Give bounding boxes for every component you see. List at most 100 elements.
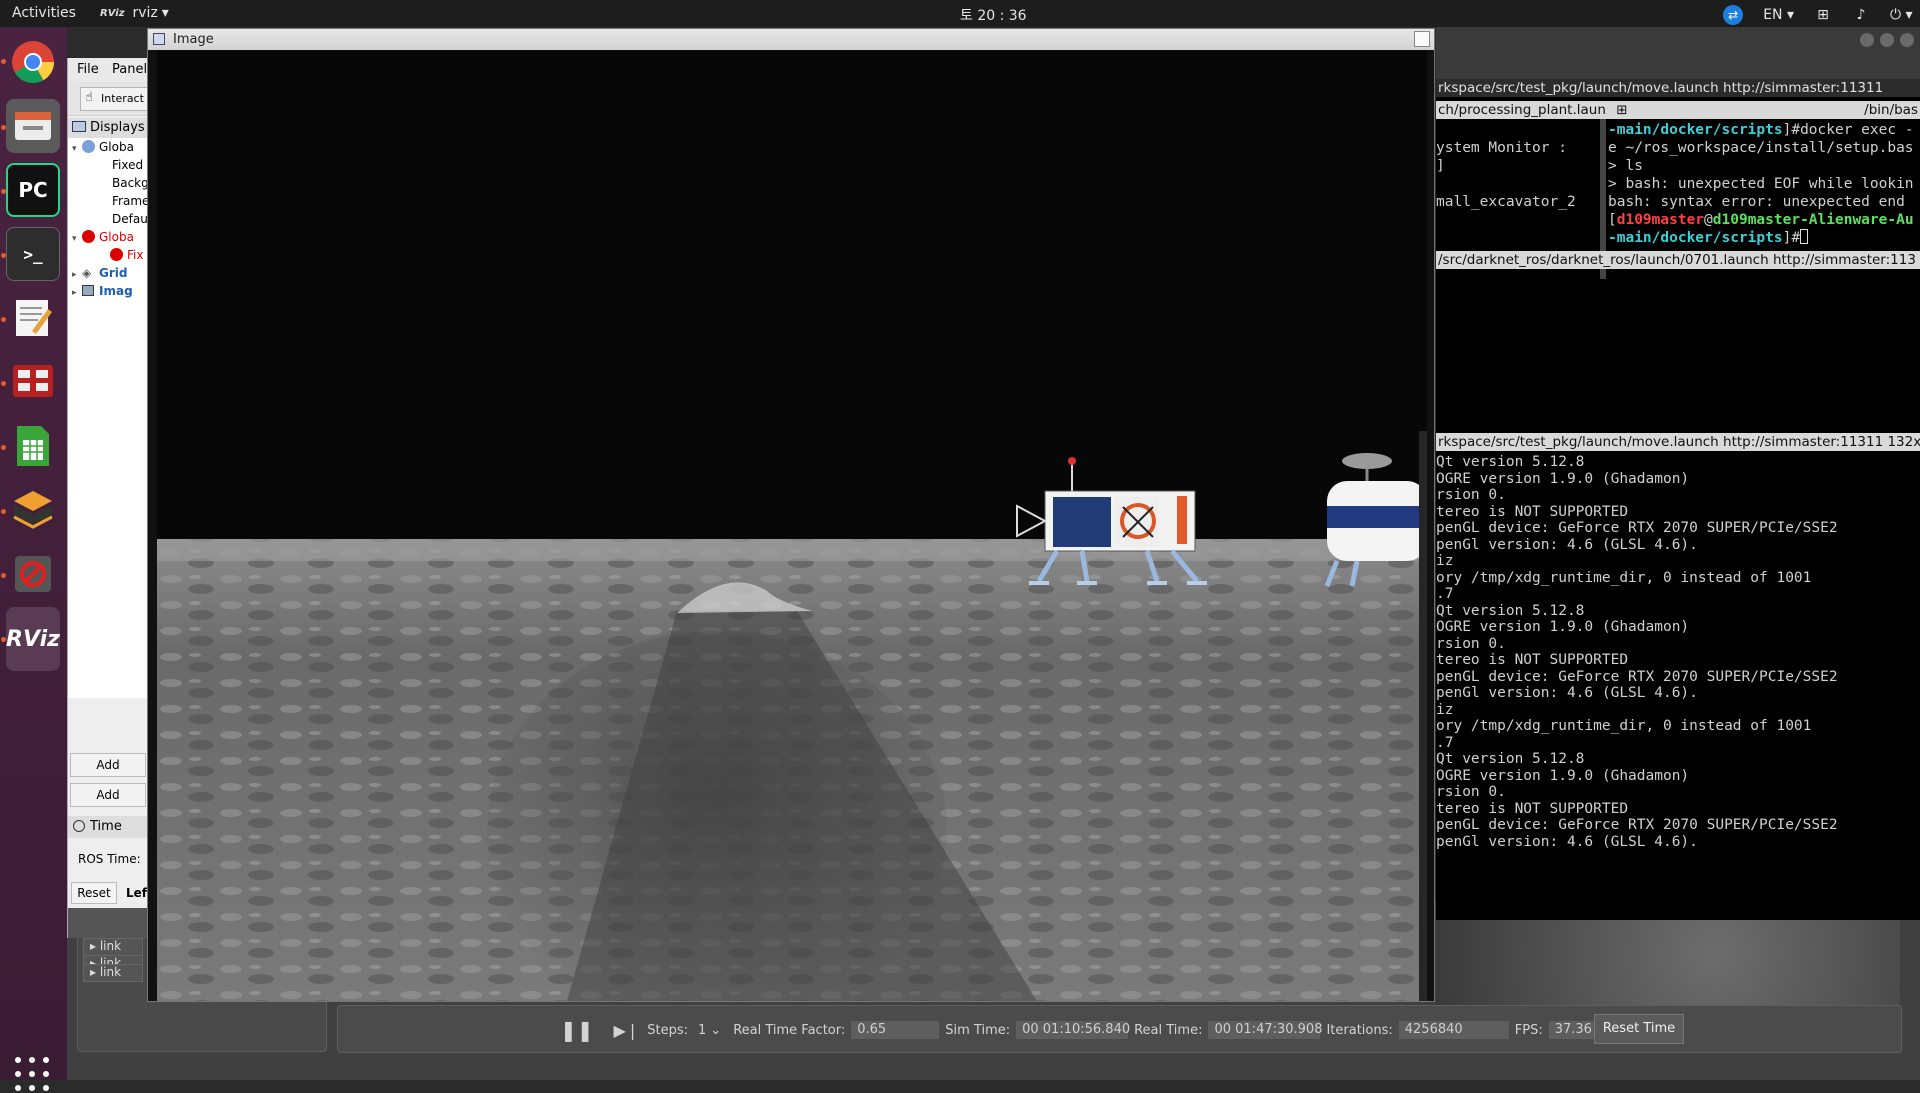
grid-icon: ◈ (82, 266, 92, 280)
tree-label: Globa (99, 140, 134, 154)
tree-label: Fixed (112, 158, 144, 172)
virtualbox-icon[interactable] (6, 483, 60, 537)
activities-button[interactable]: Activities (12, 5, 76, 21)
maximize-icon[interactable] (1880, 33, 1894, 47)
terminal-titlebar (1436, 27, 1920, 83)
reset-button[interactable]: Reset (71, 882, 117, 904)
tree-item-grid[interactable]: ▸ ◈ Grid (72, 266, 127, 284)
term-text: ]#docker exec - (1782, 122, 1914, 138)
term-log-line: penGl version: 4.6 (GLSL 4.6). (1436, 536, 1698, 553)
top-bar: Activities RViz rviz ▾ 토 20 : 36 ⇄ EN ▾ … (0, 0, 1920, 27)
tree-item-default-light[interactable]: Defau (112, 212, 148, 230)
tree-item-fixed-frame[interactable]: Fixed (112, 158, 143, 176)
rviz-icon[interactable]: RViz (6, 607, 60, 671)
term-line: > ls (1608, 158, 1643, 174)
term-log-line: tereo is NOT SUPPORTED (1436, 652, 1629, 668)
network-icon[interactable]: ⊞ (1814, 6, 1832, 24)
link-label: link (99, 939, 122, 953)
term-log-line: Qt version 5.12.8 (1436, 751, 1585, 767)
volume-icon[interactable]: ♪ (1852, 6, 1870, 24)
prompt-at: @ (1704, 212, 1713, 228)
prompt-host: d109master-Alienware-Au (1712, 212, 1914, 228)
term-log-line: rsion 0. (1436, 635, 1506, 652)
image-window-titlebar[interactable]: Image (148, 29, 1434, 50)
displays-panel-header: Displays (68, 118, 148, 138)
rviz-app-logo: RViz (100, 7, 125, 19)
cancel-app-icon[interactable] (6, 547, 60, 601)
clock-icon (73, 820, 85, 832)
model-link-item[interactable]: ▸ link (83, 938, 143, 956)
term-log-line: tereo is NOT SUPPORTED (1436, 800, 1629, 817)
tree-item-image[interactable]: ▸ Imag (72, 284, 133, 302)
image-window-title: Image (173, 32, 214, 47)
terminal-tab-title[interactable]: rkspace/src/test_pkg/launch/move.launch … (1436, 79, 1920, 97)
tree-item-frame-rate[interactable]: Frame (112, 194, 149, 212)
tree-label: Grid (99, 266, 128, 280)
chrome-icon[interactable] (6, 35, 60, 89)
tree-label: Fix (127, 248, 144, 262)
image-window[interactable]: Image (147, 28, 1435, 1002)
term-log-line: iz (1436, 701, 1454, 718)
term-log-line: penGl version: 4.6 (GLSL 4.6). (1436, 685, 1698, 701)
pycharm-icon[interactable]: PC (6, 163, 60, 217)
files-icon[interactable] (6, 99, 60, 153)
pycharm-label: PC (18, 178, 48, 202)
tree-item-global-options[interactable]: ▾ Globa (72, 140, 134, 158)
pause-icon[interactable]: ❚❚ (560, 1018, 594, 1042)
camera-image (157, 51, 1427, 1001)
steps-value[interactable]: 1 (698, 1023, 706, 1038)
term-prompt-line[interactable]: -main/docker/scripts]# (1608, 229, 1809, 247)
chevron-down-icon[interactable]: ⌄ (710, 1023, 721, 1038)
spreadsheet-icon[interactable] (6, 419, 60, 473)
term-log-line: penGL device: GeForce RTX 2070 SUPER/PCI… (1436, 520, 1838, 536)
language-indicator[interactable]: EN ▾ (1763, 7, 1794, 23)
menu-panels[interactable]: Panel (112, 62, 147, 77)
left-click-hint: Lef (126, 886, 148, 900)
error-icon (110, 248, 123, 261)
add-button[interactable]: Add (70, 753, 146, 777)
system-tray[interactable]: ⇄ EN ▾ ⊞ ♪ ⏻ ▾ (1723, 5, 1913, 25)
close-button[interactable] (1414, 31, 1430, 47)
clock[interactable]: 토 20 : 36 (960, 5, 1027, 25)
term-log-line: Qt version 5.12.8 (1436, 602, 1585, 619)
app-menu[interactable]: RViz rviz ▾ (100, 5, 169, 21)
tree-item-fixed-frame-status[interactable]: Fix (110, 248, 143, 266)
tree-item-background[interactable]: Backg (112, 176, 149, 194)
split-icon[interactable]: ⊞ (1616, 102, 1627, 118)
term-log-line: penGl version: 4.6 (GLSL 4.6). (1436, 833, 1698, 850)
term-log-line: ory /tmp/xdg_runtime_dir, 0 instead of 1… (1436, 569, 1812, 586)
reset-time-button[interactable]: Reset Time (1594, 1014, 1684, 1044)
chevron-right-icon[interactable]: ▸ (72, 288, 82, 298)
term-log-line: penGL device: GeForce RTX 2070 SUPER/PCI… (1436, 817, 1838, 833)
terminal-log: Qt version 5.12.8 OGRE version 1.9.0 (Gha… (1436, 453, 1920, 913)
gear-icon (82, 140, 95, 153)
chevron-down-icon[interactable]: ▾ (72, 144, 82, 154)
term-line: ] (1436, 158, 1445, 174)
terminal-icon[interactable]: >_ (6, 227, 60, 281)
minimize-icon[interactable] (1860, 33, 1874, 47)
close-icon[interactable] (1900, 33, 1914, 47)
teamviewer-icon[interactable]: ⇄ (1723, 5, 1744, 25)
power-icon[interactable]: ⏻ ▾ (1890, 6, 1913, 24)
model-link-item[interactable]: ▸ link (83, 964, 143, 982)
menu-file[interactable]: File (77, 62, 99, 77)
terminal-tab-title[interactable]: ch/processing_plant.laun ⊞ /bin/bas (1436, 101, 1920, 119)
prompt-user: d109master (1616, 212, 1705, 228)
show-applications-icon[interactable] (15, 1057, 51, 1093)
tree-item-global-status[interactable]: ▾ Globa (72, 230, 134, 248)
interact-tool-button[interactable]: ☝ Interact (80, 87, 150, 111)
tab-label: /bin/bas (1864, 102, 1918, 118)
chevron-down-icon[interactable]: ▾ (72, 234, 82, 244)
chevron-right-icon[interactable]: ▸ (72, 270, 82, 280)
add-button[interactable]: Add (70, 783, 146, 807)
step-icon[interactable]: ▶❘ (614, 1021, 640, 1040)
term-line: mall_excavator_2 (1436, 194, 1576, 210)
terminal-tab-title[interactable]: rkspace/src/test_pkg/launch/move.launch … (1436, 433, 1920, 451)
text-editor-icon[interactable] (6, 291, 60, 345)
rtf-field: 0.65 (851, 1021, 940, 1039)
terminal-window: rkspace/src/test_pkg/launch/move.launch … (1436, 27, 1920, 920)
term-line: bash: syntax error: unexpected end (1608, 194, 1905, 210)
terminal-tab-title[interactable]: /src/darknet_ros/darknet_ros/launch/0701… (1436, 251, 1920, 269)
remmina-icon[interactable] (6, 355, 60, 409)
term-line: > bash: unexpected EOF while lookin (1608, 176, 1914, 192)
